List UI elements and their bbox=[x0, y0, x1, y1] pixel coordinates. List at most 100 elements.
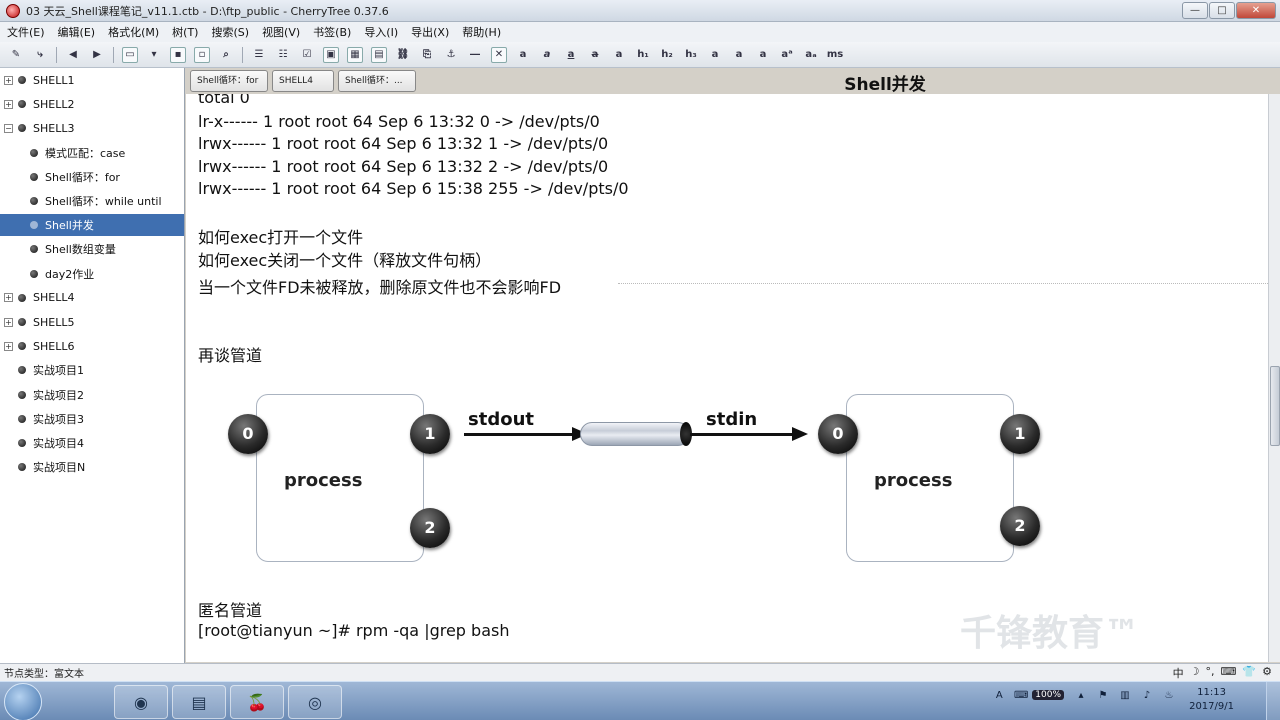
monospace-icon[interactable]: ms bbox=[827, 47, 843, 63]
bold-icon[interactable]: a bbox=[515, 47, 531, 63]
clear-format-icon[interactable]: ✕ bbox=[491, 46, 507, 63]
tab-shell-loop-more[interactable]: Shell循环：... bbox=[338, 70, 416, 92]
tree-node[interactable]: 实战项目2 bbox=[4, 384, 84, 406]
tree-node[interactable]: day2作业 bbox=[30, 263, 94, 285]
tree-node[interactable]: 实战项目4 bbox=[4, 432, 84, 454]
text-line: lrwx------ 1 root root 64 Sep 6 13:32 1 … bbox=[198, 134, 609, 153]
tree-node[interactable]: + SHELL5 bbox=[4, 311, 74, 333]
tree-expander-icon[interactable]: + bbox=[4, 293, 13, 303]
ime-settings-icon[interactable]: ⚙ bbox=[1262, 665, 1272, 681]
tree-node[interactable]: 实战项目3 bbox=[4, 408, 84, 430]
network-tray-icon[interactable]: ▥ bbox=[1117, 688, 1133, 702]
insert-link-icon[interactable]: ⛓ bbox=[395, 47, 411, 63]
tab-shell-loop-for[interactable]: Shell循环：for bbox=[190, 70, 268, 92]
insert-file-icon[interactable]: ⎘ bbox=[419, 47, 435, 63]
tree-expander-icon[interactable]: − bbox=[4, 123, 13, 133]
heading1-icon[interactable]: h₁ bbox=[635, 47, 651, 63]
tree-node[interactable]: + SHELL2 bbox=[4, 93, 74, 115]
numbered-list-icon[interactable]: ☷ bbox=[275, 47, 291, 63]
open-file-icon[interactable]: ▭ bbox=[122, 46, 138, 63]
tree-node[interactable]: Shell并发 bbox=[0, 214, 184, 237]
start-button[interactable] bbox=[4, 683, 42, 720]
ime-punct-icon[interactable]: °, bbox=[1206, 665, 1215, 681]
tree-node[interactable]: + SHELL1 bbox=[4, 69, 74, 91]
menu-format[interactable]: 格式化(M) bbox=[101, 24, 165, 40]
tree-node[interactable]: Shell数组变量 bbox=[30, 238, 116, 260]
save-icon[interactable]: ▪ bbox=[170, 46, 186, 63]
chrome-taskbar-icon[interactable]: ◉ bbox=[114, 685, 168, 719]
menu-tree[interactable]: 树(T) bbox=[165, 24, 204, 40]
minimize-button[interactable]: — bbox=[1182, 2, 1208, 19]
zoom-indicator[interactable]: 100% bbox=[1032, 690, 1064, 700]
tree-node[interactable]: Shell循环：while until bbox=[30, 190, 162, 212]
menu-file[interactable]: 文件(E) bbox=[0, 24, 51, 40]
insert-image-icon[interactable]: ▣ bbox=[323, 46, 339, 63]
tree-node[interactable]: − SHELL3 bbox=[4, 117, 74, 139]
superscript-icon[interactable]: aᵃ bbox=[779, 47, 795, 63]
tree-expander-icon[interactable]: + bbox=[4, 99, 13, 109]
menu-edit[interactable]: 编辑(E) bbox=[51, 24, 102, 40]
cherrytree-taskbar-icon[interactable]: 🍒 bbox=[230, 685, 284, 719]
heading3-icon[interactable]: h₃ bbox=[683, 47, 699, 63]
tree-node[interactable]: 实战项目N bbox=[4, 456, 85, 478]
ime-tray-icon[interactable]: A bbox=[991, 688, 1007, 702]
close-button[interactable]: ✕ bbox=[1236, 2, 1276, 19]
go-back-icon[interactable]: ◀ bbox=[65, 47, 81, 63]
flag-tray-icon[interactable]: ⚑ bbox=[1095, 688, 1111, 702]
go-forward-icon[interactable]: ▶ bbox=[89, 47, 105, 63]
tree-node[interactable]: + SHELL6 bbox=[4, 335, 74, 357]
dropdown-arrow-icon[interactable]: ▾ bbox=[146, 47, 162, 63]
rich-text-editor[interactable]: total 0 lr-x------ 1 root root 64 Sep 6 … bbox=[186, 94, 1268, 662]
volume-tray-icon[interactable]: ♪ bbox=[1139, 688, 1155, 702]
show-desktop-button[interactable] bbox=[1266, 682, 1280, 720]
heading2-icon[interactable]: h₂ bbox=[659, 47, 675, 63]
tree-expander-icon[interactable]: + bbox=[4, 341, 13, 351]
node-bullet-icon bbox=[18, 366, 26, 375]
tree-node[interactable]: 实战项目1 bbox=[4, 359, 84, 381]
insert-codebox-icon[interactable]: ▤ bbox=[371, 46, 387, 63]
menu-search[interactable]: 搜索(S) bbox=[204, 24, 255, 40]
scrollbar-thumb[interactable] bbox=[1270, 366, 1280, 446]
tree-expander-icon[interactable]: + bbox=[4, 317, 13, 327]
background-color-icon[interactable]: a bbox=[755, 47, 771, 63]
keyboard-tray-icon[interactable]: ⌨ bbox=[1013, 688, 1029, 702]
tree-node[interactable]: + SHELL4 bbox=[4, 287, 74, 309]
tray-app-icon[interactable]: ♨ bbox=[1161, 688, 1177, 702]
tree-expander-icon[interactable]: + bbox=[4, 75, 13, 85]
ime-skin-icon[interactable]: 👕 bbox=[1242, 665, 1256, 681]
tree-node[interactable]: Shell循环：for bbox=[30, 166, 120, 188]
tab-shell4[interactable]: SHELL4 bbox=[272, 70, 334, 92]
tree-node[interactable]: 模式匹配：case bbox=[30, 142, 125, 164]
menu-help[interactable]: 帮助(H) bbox=[455, 24, 507, 40]
ime-chinese-icon[interactable]: 中 bbox=[1173, 665, 1184, 681]
ime-keyboard-icon[interactable]: ⌨ bbox=[1221, 665, 1237, 681]
small-text-icon[interactable]: a bbox=[707, 47, 723, 63]
bulleted-list-icon[interactable]: ☰ bbox=[251, 47, 267, 63]
menu-import[interactable]: 导入(I) bbox=[357, 24, 404, 40]
tray-expand-icon[interactable]: ▴ bbox=[1073, 688, 1089, 702]
tree-node-label: 实战项目2 bbox=[33, 388, 84, 402]
clock[interactable]: 11:13 2017/9/1 bbox=[1189, 686, 1234, 714]
foreground-color-icon[interactable]: a bbox=[731, 47, 747, 63]
maximize-button[interactable]: □ bbox=[1209, 2, 1235, 19]
file-explorer-taskbar-icon[interactable]: ▤ bbox=[172, 685, 226, 719]
menu-bookmarks[interactable]: 书签(B) bbox=[306, 24, 357, 40]
horizontal-rule-icon[interactable]: ― bbox=[467, 47, 483, 63]
menu-view[interactable]: 视图(V) bbox=[255, 24, 306, 40]
strikethrough-icon[interactable]: a bbox=[587, 47, 603, 63]
subscript-icon[interactable]: aₐ bbox=[803, 47, 819, 63]
insert-table-icon[interactable]: ▦ bbox=[347, 46, 363, 63]
export-pdf-icon[interactable]: ▫ bbox=[194, 46, 210, 63]
underline-icon[interactable]: a bbox=[563, 47, 579, 63]
vertical-scrollbar[interactable] bbox=[1268, 94, 1280, 662]
menu-export[interactable]: 导出(X) bbox=[404, 24, 455, 40]
todo-list-icon[interactable]: ☑ bbox=[299, 47, 315, 63]
find-icon[interactable]: ⌕ bbox=[218, 47, 234, 63]
ime-moon-icon[interactable]: ☽ bbox=[1190, 665, 1200, 681]
highlight-icon[interactable]: a bbox=[611, 47, 627, 63]
add-node-icon[interactable]: ✎ bbox=[8, 47, 24, 63]
insert-anchor-icon[interactable]: ⚓ bbox=[443, 47, 459, 63]
italic-icon[interactable]: a bbox=[539, 47, 555, 63]
media-taskbar-icon[interactable]: ◎ bbox=[288, 685, 342, 719]
add-subnode-icon[interactable]: ⤷ bbox=[32, 47, 48, 63]
